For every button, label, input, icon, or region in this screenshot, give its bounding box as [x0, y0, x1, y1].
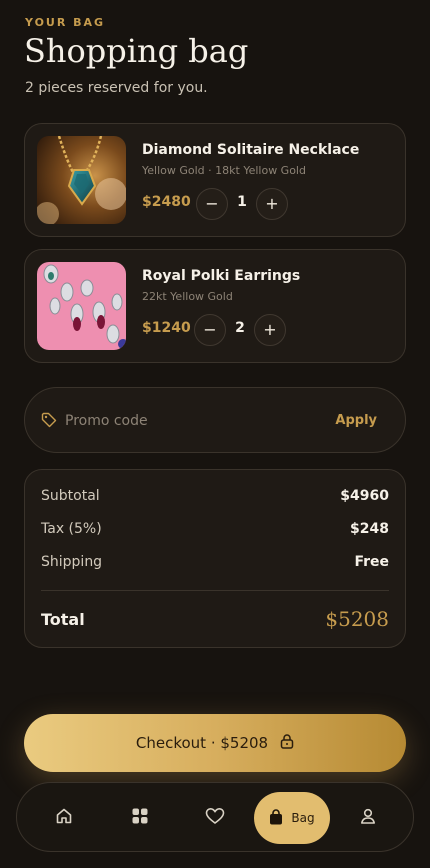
- bag-icon: [269, 808, 283, 828]
- subtotal-row: Subtotal $4960: [41, 488, 389, 504]
- heart-icon: [205, 807, 225, 829]
- increase-quantity-button[interactable]: +: [256, 188, 288, 220]
- nav-collections-button[interactable]: [121, 799, 159, 837]
- increase-quantity-button[interactable]: +: [254, 314, 286, 346]
- nav-profile-button[interactable]: [349, 799, 387, 837]
- subtotal-value: $4960: [340, 488, 389, 504]
- cart-item: Diamond Solitaire Necklace Yellow Gold ·…: [24, 123, 406, 237]
- decrease-quantity-button[interactable]: −: [196, 188, 228, 220]
- promo-code-input[interactable]: [65, 408, 325, 434]
- item-variant: 22kt Yellow Gold: [142, 290, 233, 303]
- total-label: Total: [41, 609, 85, 629]
- checkout-button[interactable]: Checkout · $5208: [24, 714, 406, 772]
- product-image-earrings[interactable]: [37, 262, 126, 350]
- page-eyebrow: YOUR BAG: [25, 16, 106, 29]
- item-quantity: 2: [235, 320, 245, 336]
- nav-wishlist-button[interactable]: [196, 799, 234, 837]
- item-name[interactable]: Royal Polki Earrings: [142, 268, 300, 284]
- product-image-necklace[interactable]: [37, 136, 126, 224]
- user-icon: [359, 807, 377, 829]
- shipping-row: Shipping Free: [41, 554, 389, 570]
- cart-item: Royal Polki Earrings 22kt Yellow Gold $1…: [24, 249, 406, 363]
- subtotal-label: Subtotal: [41, 488, 100, 504]
- item-price: $1240: [142, 320, 191, 336]
- apply-promo-button[interactable]: Apply: [335, 413, 377, 428]
- shipping-label: Shipping: [41, 554, 103, 570]
- item-variant: Yellow Gold · 18kt Yellow Gold: [142, 164, 306, 177]
- home-icon: [55, 807, 73, 829]
- nav-bag-label: Bag: [291, 811, 315, 825]
- summary-divider: [41, 590, 389, 591]
- item-quantity: 1: [237, 194, 247, 210]
- tag-icon: [41, 412, 57, 432]
- decrease-quantity-button[interactable]: −: [194, 314, 226, 346]
- grid-icon: [131, 807, 149, 829]
- checkout-label: Checkout · $5208: [135, 734, 269, 752]
- tax-value: $248: [350, 521, 389, 537]
- page-title: Shopping bag: [24, 32, 249, 70]
- nav-home-button[interactable]: [45, 799, 83, 837]
- item-name[interactable]: Diamond Solitaire Necklace: [142, 142, 359, 158]
- total-value: $5208: [325, 607, 389, 631]
- bottom-navigation: Bag: [16, 782, 414, 852]
- shipping-value: Free: [354, 554, 389, 570]
- item-price: $2480: [142, 194, 191, 210]
- tax-label: Tax (5%): [41, 521, 102, 537]
- promo-code-field: Apply: [24, 387, 406, 453]
- nav-bag-button[interactable]: Bag: [254, 792, 330, 844]
- order-summary: Subtotal $4960 Tax (5%) $248 Shipping Fr…: [24, 469, 406, 648]
- lock-icon: [280, 733, 294, 753]
- page-subtitle: 2 pieces reserved for you.: [25, 80, 208, 96]
- tax-row: Tax (5%) $248: [41, 521, 389, 537]
- total-row: Total $5208: [41, 607, 389, 631]
